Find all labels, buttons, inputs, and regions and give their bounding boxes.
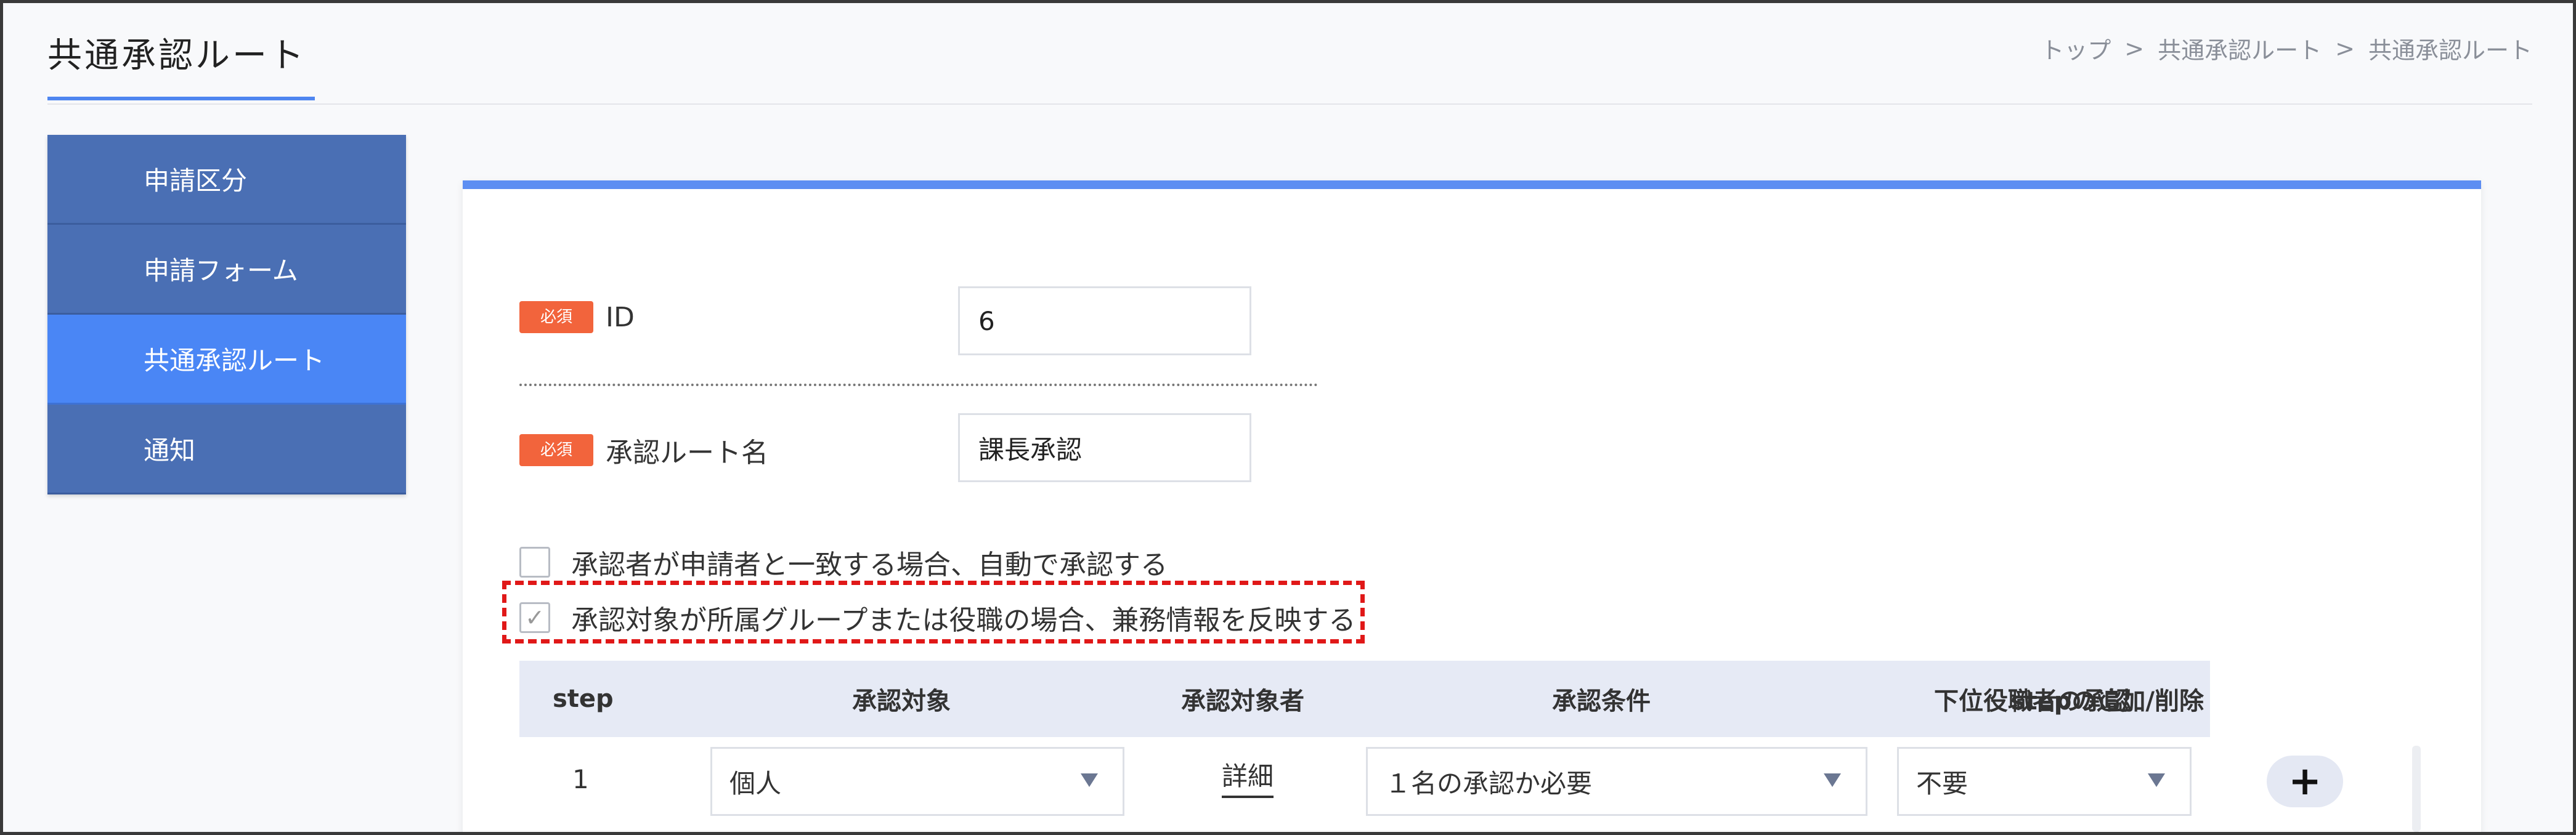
field-divider (519, 384, 1318, 386)
auto-approve-label: 承認者が申請者と一致する場合、自動で承認する (571, 549, 1168, 581)
required-badge: 必須 (519, 434, 593, 466)
caret-down-icon (1081, 773, 1098, 787)
th-approver: 承認対象者 (1181, 687, 1304, 716)
plus-icon: + (2288, 759, 2322, 804)
id-input[interactable]: 6 (958, 286, 1251, 355)
approver-detail-link[interactable]: 詳細 (1222, 756, 1274, 798)
app-frame: 共通承認ルート トップ > 共通承認ルート > 共通承認ルート 申請区分 申請フ… (0, 0, 2576, 835)
th-step-add-remove: stepの追加/削除 (2010, 687, 2204, 716)
breadcrumb: トップ > 共通承認ルート > 共通承認ルート (2041, 31, 2532, 65)
th-approval-target: 承認対象 (852, 687, 951, 716)
required-badge: 必須 (519, 301, 593, 333)
breadcrumb-separator: > (2124, 34, 2145, 62)
approval-condition-select[interactable]: １名の承認か必要 (1366, 747, 1867, 816)
th-approval-condition: 承認条件 (1552, 687, 1651, 716)
breadcrumb-item-top[interactable]: トップ (2041, 31, 2111, 65)
id-field-row: 必須 ID (519, 301, 635, 333)
sidebar-item-common-approval-route[interactable]: 共通承認ルート (47, 315, 406, 405)
approval-target-select[interactable]: 個人 (710, 747, 1124, 816)
concurrent-info-checkbox[interactable]: ✓ (519, 602, 550, 633)
caret-down-icon (1824, 773, 1841, 787)
auto-approve-checkbox[interactable] (519, 547, 550, 578)
step-number: 1 (572, 764, 589, 794)
approval-target-value: 個人 (729, 768, 782, 799)
route-name-field-row: 必須 承認ルート名 (519, 430, 768, 470)
add-step-button[interactable]: + (2267, 756, 2343, 807)
table-row: 1 個人 詳細 １名の承認か必要 不要 (519, 737, 2210, 821)
sidebar-item-application-form[interactable]: 申請フォーム (47, 225, 406, 315)
concurrent-info-label: 承認対象が所属グループまたは役職の場合、兼務情報を反映する (571, 605, 1356, 636)
title-underline (47, 97, 315, 100)
th-step: step (553, 685, 614, 713)
concurrent-info-checkbox-row[interactable]: ✓ 承認対象が所属グループまたは役職の場合、兼務情報を反映する (519, 598, 1355, 637)
approval-steps-table-header: step 承認対象 承認対象者 承認条件 下位役職者の承認 stepの追加/削除 (519, 661, 2210, 737)
breadcrumb-item-current: 共通承認ルート (2368, 37, 2532, 64)
approval-condition-value: １名の承認か必要 (1385, 768, 1593, 799)
sidebar: 申請区分 申請フォーム 共通承認ルート 通知 (47, 135, 406, 494)
auto-approve-checkbox-row[interactable]: 承認者が申請者と一致する場合、自動で承認する (519, 543, 1168, 582)
route-name-label: 承認ルート名 (606, 437, 768, 469)
breadcrumb-item-route[interactable]: 共通承認ルート (2158, 31, 2322, 65)
table-scrollbar[interactable] (2412, 746, 2421, 832)
sidebar-item-application-category[interactable]: 申請区分 (47, 135, 406, 225)
header-divider (47, 103, 2532, 105)
approval-route-form-card: 必須 ID 6 必須 承認ルート名 課長承認 承認者が申請者と一致する場合、自動… (463, 180, 2481, 832)
route-name-input[interactable]: 課長承認 (958, 413, 1251, 482)
check-icon: ✓ (525, 604, 545, 631)
caret-down-icon (2148, 773, 2165, 787)
page-title: 共通承認ルート (47, 36, 306, 76)
sidebar-item-notification[interactable]: 通知 (47, 405, 406, 494)
id-label: ID (606, 301, 635, 333)
subordinate-approval-value: 不要 (1916, 768, 1969, 799)
subordinate-approval-select[interactable]: 不要 (1897, 747, 2192, 816)
breadcrumb-separator: > (2335, 34, 2355, 62)
